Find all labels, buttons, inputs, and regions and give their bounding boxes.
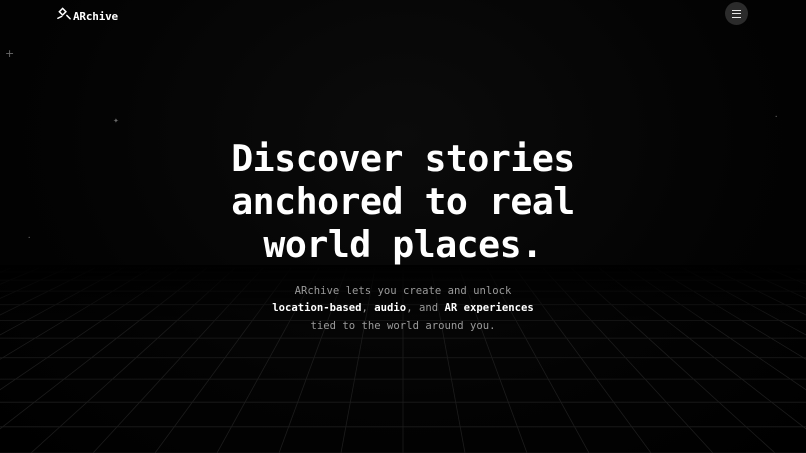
hero-headline-line: world places. (263, 223, 543, 266)
hero-headline-line: anchored to real (231, 180, 575, 223)
brand-logo[interactable]: ARchive (57, 5, 118, 23)
hero-headline: Discover stories anchored to real world … (0, 137, 806, 266)
brand-name: ARchive (73, 9, 118, 23)
archive-logo-icon (57, 6, 71, 19)
highlight-ar-experiences: AR experiences (444, 302, 534, 315)
menu-button[interactable] (725, 2, 748, 25)
highlight-location-based: location-based (272, 302, 362, 315)
hero-description: ARchive lets you create and unlock locat… (0, 283, 806, 335)
star-dot-decoration: ✦ (113, 117, 119, 125)
landing-page: + ✦ • • ARchive Discover stories anchore… (0, 0, 806, 453)
hamburger-menu-icon (732, 9, 741, 18)
hero-headline-line: Discover stories (231, 137, 575, 180)
highlight-audio: audio (374, 302, 407, 315)
star-sparkle-decoration: + (5, 47, 15, 60)
hero-description-line: tied to the world around you. (310, 319, 496, 332)
hero-description-line: location-based, audio, and AR experience… (272, 302, 534, 315)
star-dot-decoration: • (775, 114, 778, 119)
hero-description-line: ARchive lets you create and unlock (294, 285, 512, 297)
